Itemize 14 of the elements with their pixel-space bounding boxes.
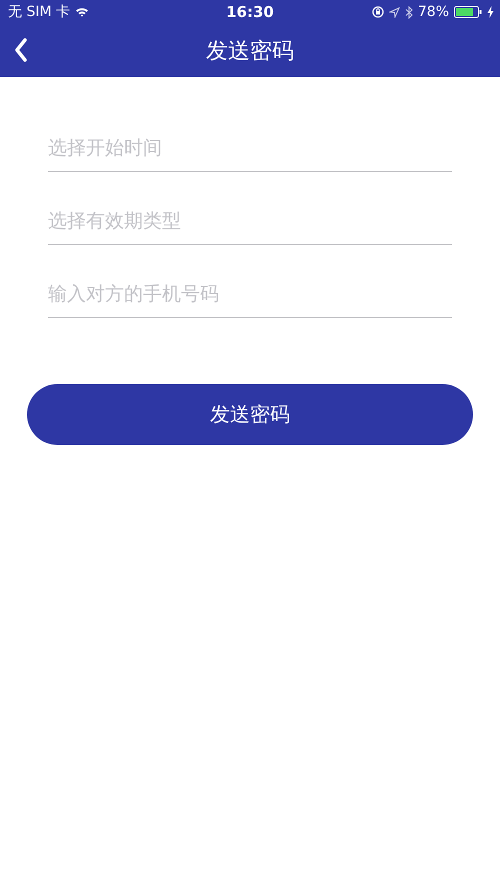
location-arrow-icon: [388, 6, 400, 18]
input-field[interactable]: 输入对方的手机号码: [48, 270, 452, 318]
input-field[interactable]: 选择开始时间: [48, 124, 452, 172]
input-field[interactable]: 选择有效期类型: [48, 197, 452, 245]
lock-rotation-icon: [372, 6, 384, 18]
send-password-button[interactable]: 发送密码: [27, 384, 473, 445]
wifi-icon: [75, 7, 89, 17]
clock-time: 16:30: [226, 3, 274, 21]
bluetooth-icon: [404, 6, 413, 18]
screen-title: 发送密码: [206, 38, 294, 66]
battery-percentage: 78%: [418, 4, 449, 20]
battery-icon: [454, 6, 482, 18]
carrier-name: 无 SIM 卡: [8, 3, 70, 21]
charging-bolt-icon: [487, 6, 494, 18]
